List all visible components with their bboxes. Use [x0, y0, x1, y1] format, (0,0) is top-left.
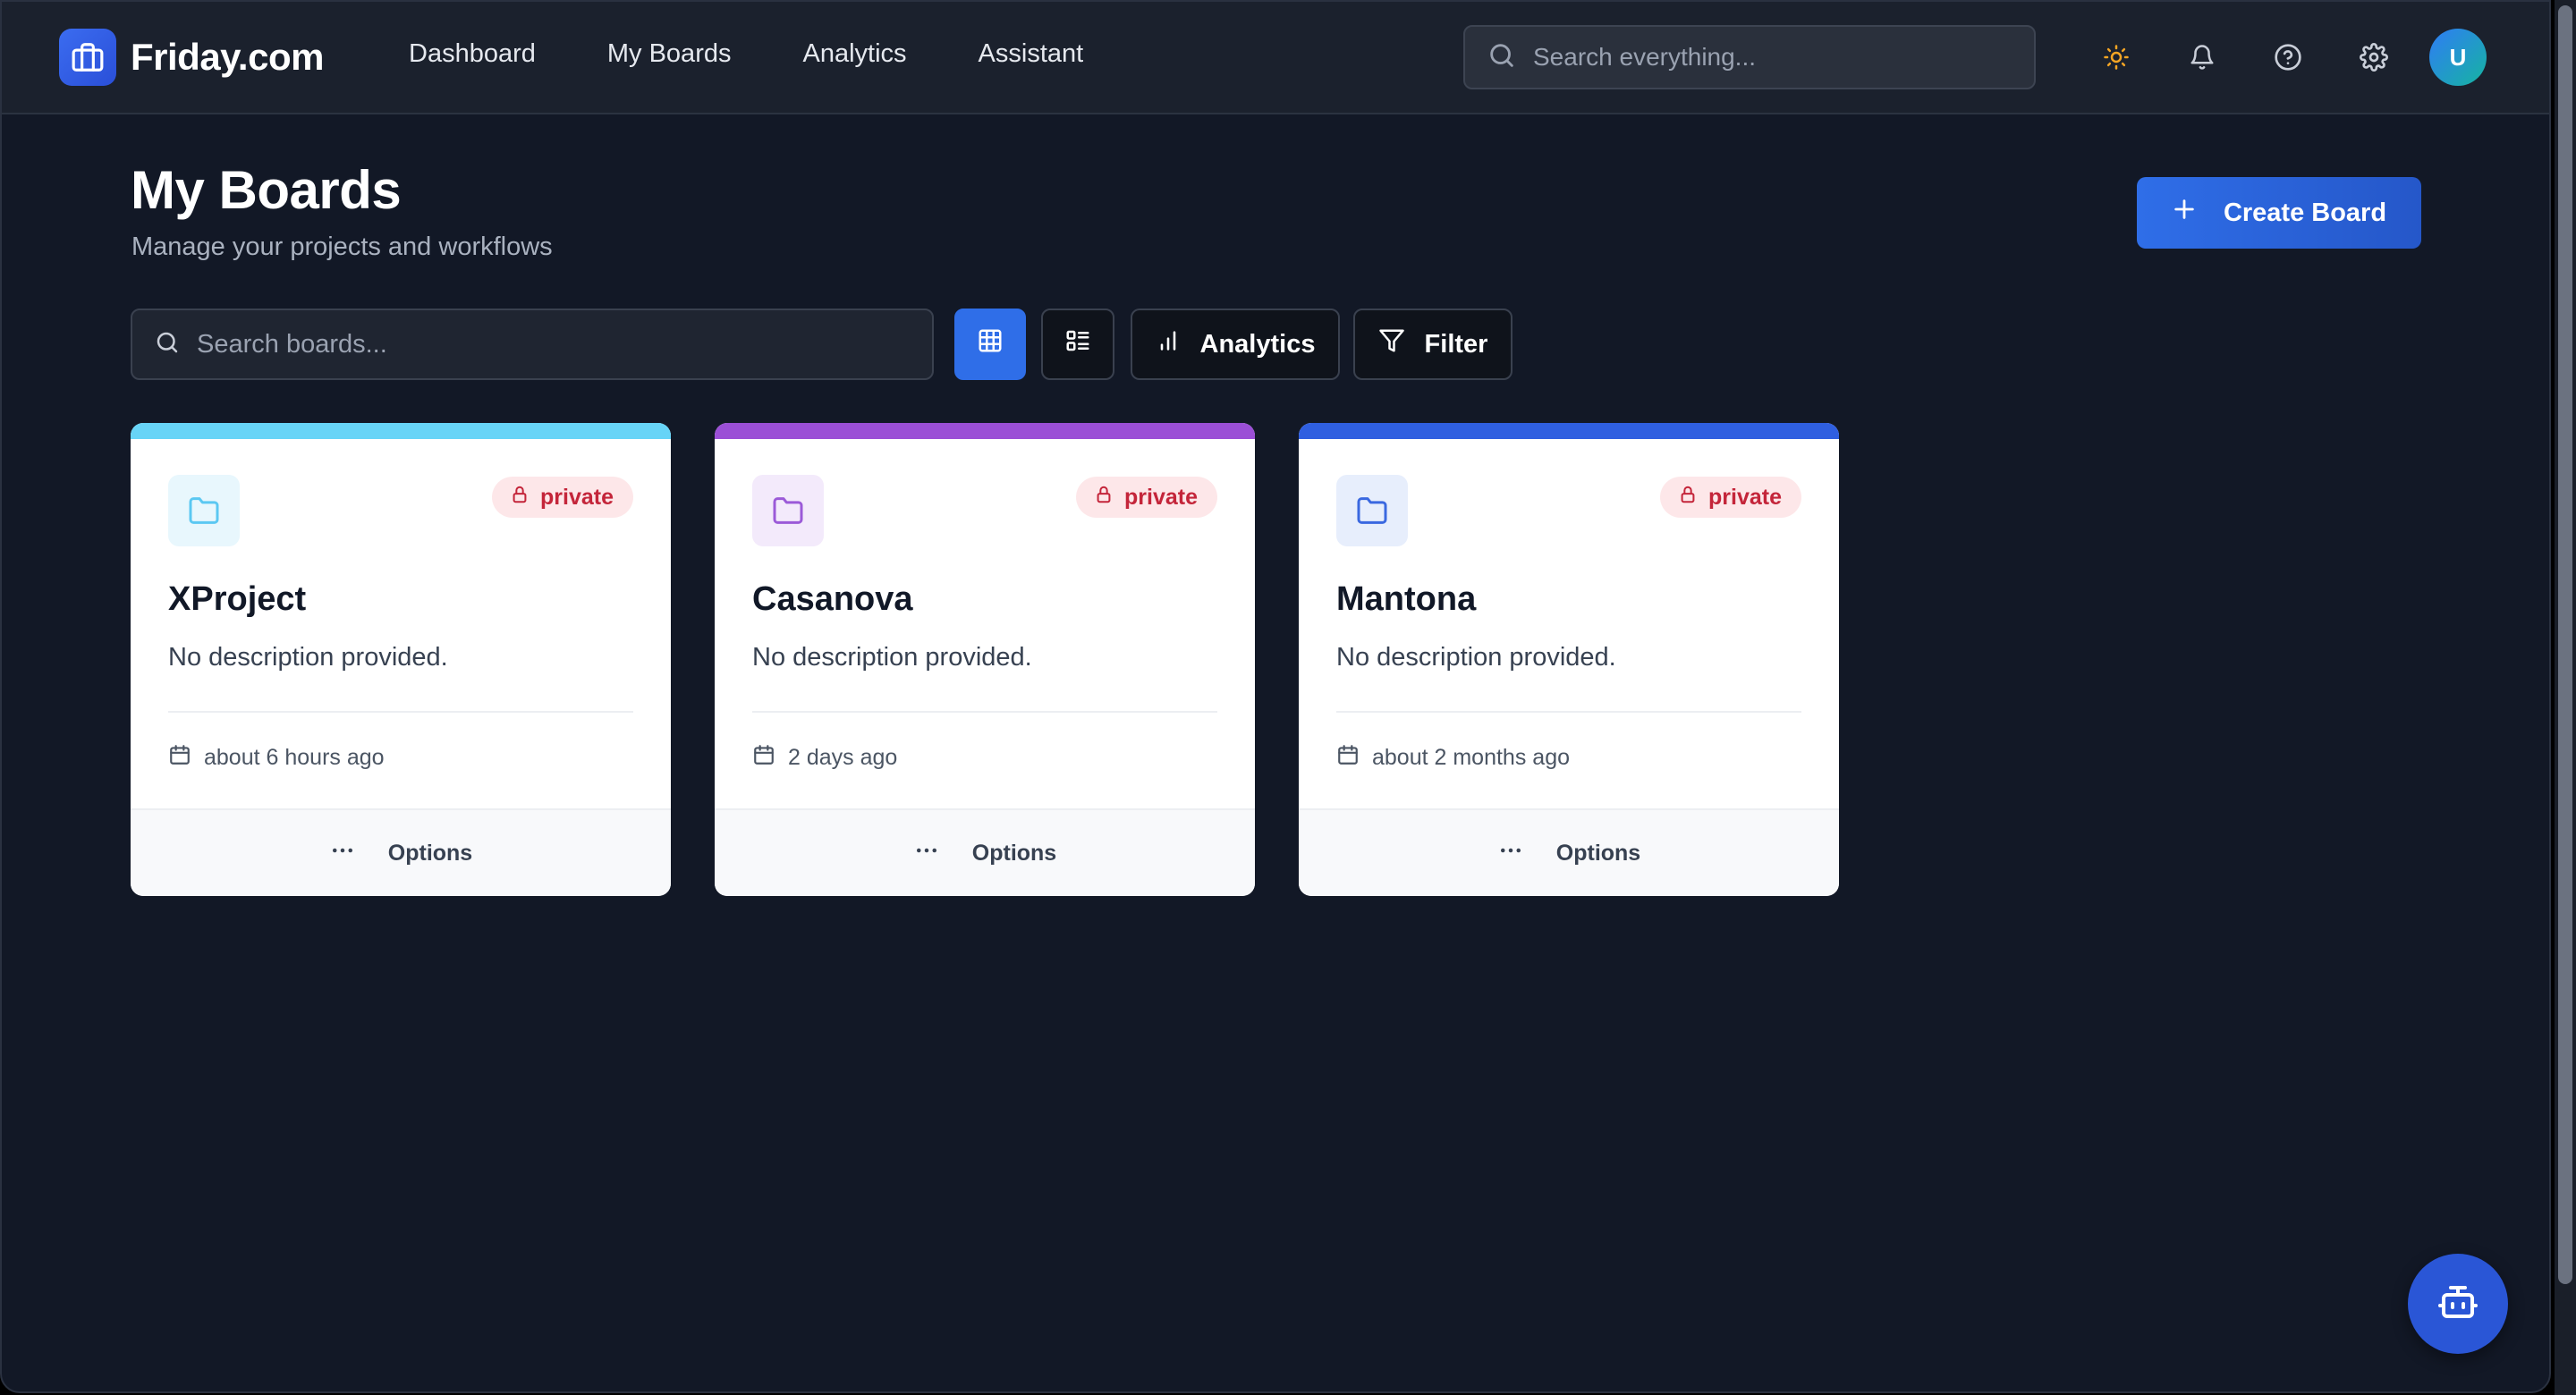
- visibility-label: private: [1124, 484, 1198, 510]
- nav-icon-group: [2095, 36, 2395, 79]
- board-card[interactable]: private Casanova No description provided…: [715, 423, 1255, 896]
- card-divider: [168, 711, 633, 713]
- board-updated-text: 2 days ago: [788, 745, 898, 770]
- folder-icon: [752, 475, 824, 546]
- board-description: No description provided.: [1336, 643, 1616, 672]
- board-updated-text: about 6 hours ago: [204, 745, 385, 770]
- help-circle-icon[interactable]: [2267, 36, 2309, 79]
- board-options-button[interactable]: Options: [1299, 808, 1839, 896]
- board-search-input[interactable]: [197, 329, 930, 359]
- global-search[interactable]: [1463, 25, 2036, 89]
- avatar[interactable]: U: [2429, 29, 2487, 86]
- more-horizontal-icon: [1497, 837, 1524, 870]
- board-options-button[interactable]: Options: [715, 808, 1255, 896]
- board-updated: about 2 months ago: [1336, 743, 1570, 773]
- page-title: My Boards: [131, 160, 402, 220]
- card-divider: [1336, 711, 1801, 713]
- bar-chart-icon: [1156, 328, 1181, 360]
- board-updated: 2 days ago: [752, 743, 897, 773]
- board-updated: about 6 hours ago: [168, 743, 385, 773]
- folder-icon: [168, 475, 240, 546]
- lock-icon: [1094, 485, 1114, 511]
- filter-button[interactable]: Filter: [1353, 309, 1513, 380]
- list-view-button[interactable]: [1041, 309, 1114, 380]
- analytics-button[interactable]: Analytics: [1131, 309, 1340, 380]
- search-icon: [154, 329, 181, 360]
- scrollbar-thumb[interactable]: [2558, 5, 2572, 1284]
- card-accent-bar: [715, 423, 1255, 439]
- board-description: No description provided.: [168, 643, 448, 672]
- nav-link-analytics[interactable]: Analytics: [802, 39, 906, 69]
- nav-link-assistant[interactable]: Assistant: [979, 39, 1084, 69]
- briefcase-icon: [59, 29, 116, 86]
- board-title: Casanova: [752, 580, 913, 618]
- more-horizontal-icon: [913, 837, 940, 870]
- filter-button-label: Filter: [1424, 329, 1488, 359]
- nav-links: Dashboard My Boards Analytics Assistant: [409, 39, 1083, 69]
- calendar-icon: [168, 743, 191, 773]
- calendar-icon: [752, 743, 775, 773]
- plus-icon: [2172, 197, 2197, 229]
- grid-view-button[interactable]: [954, 309, 1026, 380]
- nav-link-dashboard[interactable]: Dashboard: [409, 39, 536, 69]
- nav-link-my-boards[interactable]: My Boards: [607, 39, 732, 69]
- card-accent-bar: [131, 423, 671, 439]
- visibility-badge: private: [1076, 477, 1217, 518]
- lock-icon: [1678, 485, 1698, 511]
- options-label: Options: [1555, 840, 1641, 866]
- visibility-badge: private: [492, 477, 633, 518]
- visibility-badge: private: [1660, 477, 1801, 518]
- bell-icon[interactable]: [2181, 36, 2224, 79]
- board-options-button[interactable]: Options: [131, 808, 671, 896]
- sun-icon[interactable]: [2095, 36, 2138, 79]
- calendar-icon: [1336, 743, 1360, 773]
- folder-icon: [1336, 475, 1408, 546]
- gear-icon[interactable]: [2352, 36, 2395, 79]
- brand[interactable]: Friday.com: [59, 29, 324, 86]
- board-card[interactable]: private XProject No description provided…: [131, 423, 671, 896]
- app-window: Friday.com Dashboard My Boards Analytics…: [0, 0, 2551, 1393]
- grid-icon: [977, 327, 1004, 361]
- search-icon: [1487, 40, 1517, 75]
- global-search-input[interactable]: [1533, 43, 2016, 72]
- analytics-button-label: Analytics: [1199, 329, 1316, 359]
- lock-icon: [510, 485, 530, 511]
- list-icon: [1064, 327, 1091, 361]
- visibility-label: private: [1708, 484, 1782, 510]
- board-description: No description provided.: [752, 643, 1032, 672]
- options-label: Options: [387, 840, 473, 866]
- more-horizontal-icon: [329, 837, 356, 870]
- card-accent-bar: [1299, 423, 1839, 439]
- card-divider: [752, 711, 1217, 713]
- visibility-label: private: [540, 484, 614, 510]
- assistant-fab[interactable]: [2408, 1254, 2508, 1354]
- top-navbar: Friday.com Dashboard My Boards Analytics…: [2, 2, 2549, 114]
- board-card[interactable]: private Mantona No description provided.…: [1299, 423, 1839, 896]
- brand-name: Friday.com: [131, 36, 324, 78]
- page-subtitle: Manage your projects and workflows: [131, 232, 553, 261]
- create-board-button[interactable]: Create Board: [2137, 177, 2421, 249]
- options-label: Options: [971, 840, 1057, 866]
- board-title: Mantona: [1336, 580, 1477, 618]
- board-updated-text: about 2 months ago: [1372, 745, 1570, 770]
- page-scrollbar[interactable]: [2555, 0, 2576, 1395]
- board-search[interactable]: [131, 309, 934, 380]
- create-board-label: Create Board: [2223, 198, 2387, 227]
- robot-icon: [2436, 1281, 2479, 1328]
- filter-icon: [1378, 327, 1405, 361]
- board-title: XProject: [168, 580, 307, 618]
